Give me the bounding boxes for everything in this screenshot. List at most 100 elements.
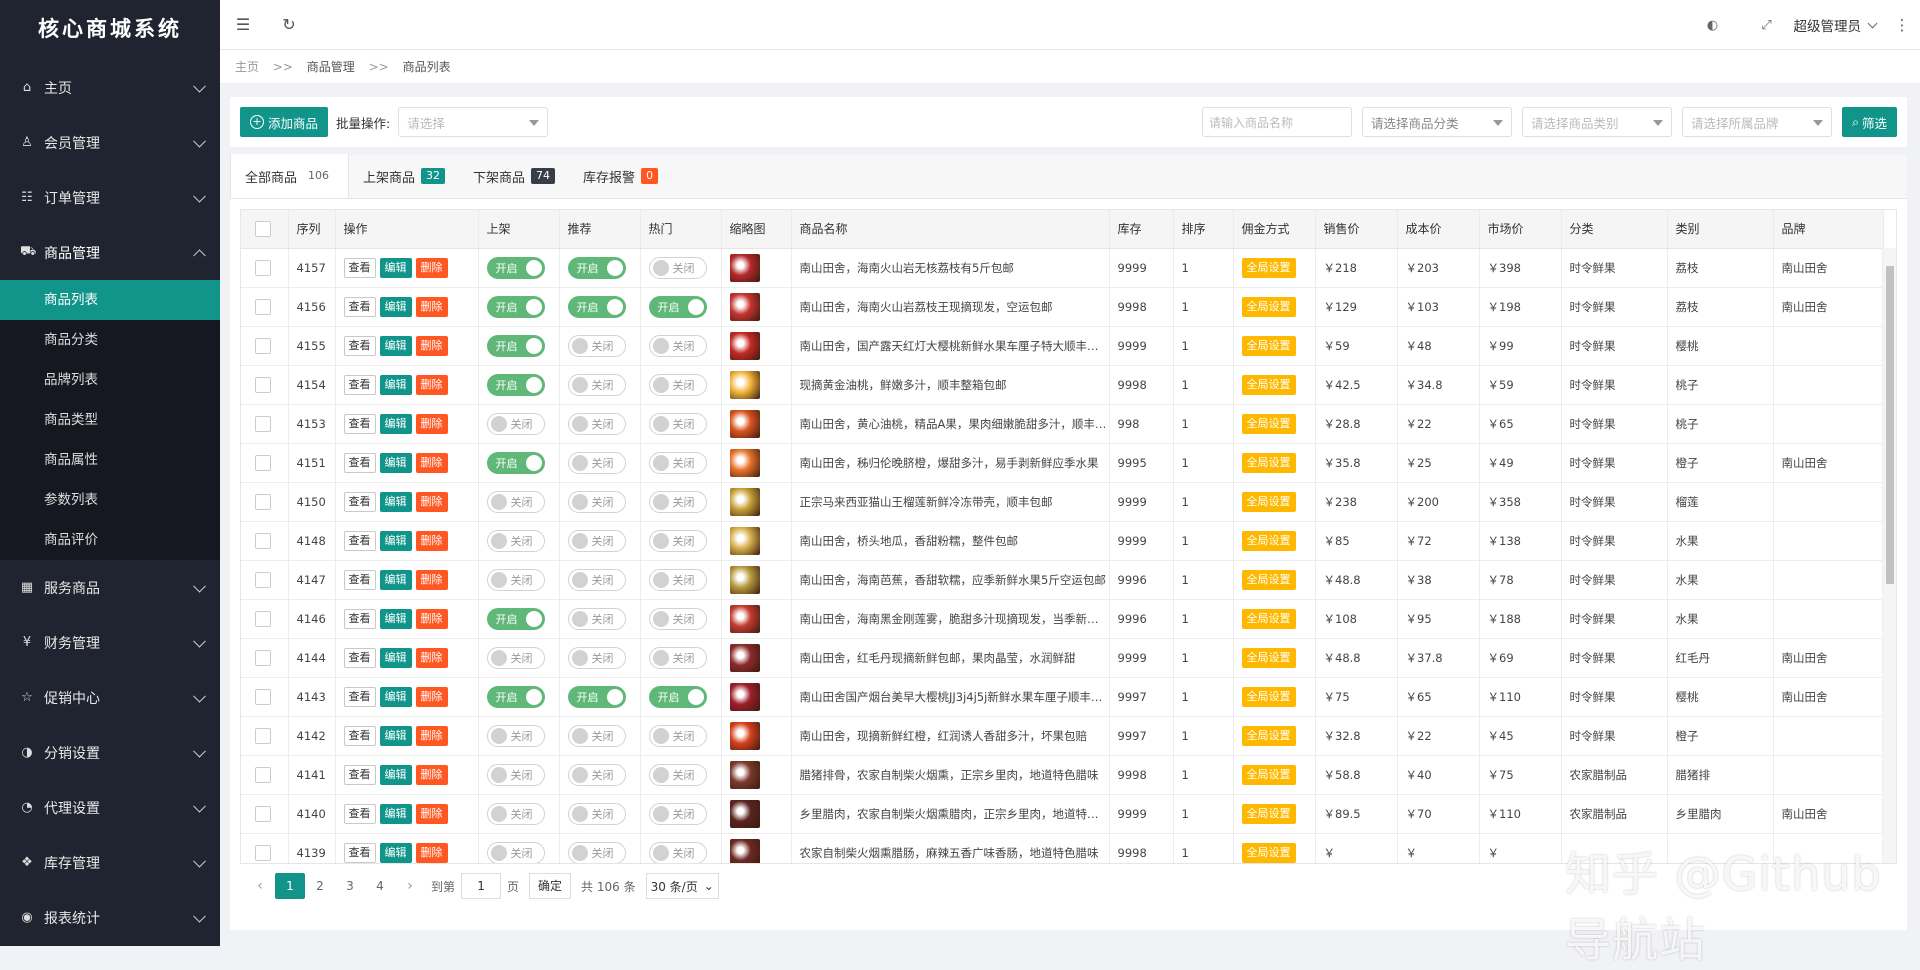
submenu-item[interactable]: 商品属性 (0, 440, 220, 480)
recommend-switch[interactable]: 关闭 (567, 646, 626, 669)
view-button[interactable]: 查看 (343, 725, 376, 746)
view-button[interactable]: 查看 (343, 413, 376, 434)
edit-button[interactable]: 编辑 (379, 335, 412, 356)
recommend-switch[interactable]: 关闭 (567, 841, 626, 863)
page-size-select[interactable]: 30 条/页 ⌄ (645, 873, 719, 899)
page-button[interactable]: 3 (335, 873, 365, 899)
view-button[interactable]: 查看 (343, 335, 376, 356)
delete-button[interactable]: 删除 (415, 686, 448, 707)
hot-switch[interactable]: 关闭 (648, 256, 707, 279)
type-select[interactable]: 请选择商品类别 (1521, 107, 1672, 137)
row-checkbox[interactable] (255, 727, 271, 744)
delete-button[interactable]: 删除 (415, 452, 448, 473)
category-select[interactable]: 请选择商品分类 (1361, 107, 1512, 137)
hot-switch[interactable]: 关闭 (648, 841, 707, 863)
submenu-item[interactable]: 品牌列表 (0, 360, 220, 400)
on-shelf-switch[interactable]: 关闭 (486, 802, 545, 825)
recommend-switch[interactable]: 关闭 (567, 412, 626, 435)
tab-0[interactable]: 全部商品 106 (230, 154, 350, 198)
commission-badge[interactable]: 全局设置 (1241, 530, 1296, 551)
product-name-input[interactable]: 请输入商品名称 (1201, 107, 1352, 137)
user-menu[interactable]: 超级管理员 (1794, 15, 1878, 35)
view-button[interactable]: 查看 (343, 374, 376, 395)
submenu-item[interactable]: 商品分类 (0, 320, 220, 360)
on-shelf-switch[interactable]: 开启 (486, 685, 545, 708)
commission-badge[interactable]: 全局设置 (1241, 686, 1296, 707)
view-button[interactable]: 查看 (343, 257, 376, 278)
recommend-switch[interactable]: 开启 (567, 256, 626, 279)
add-product-button[interactable]: + 添加商品 (240, 107, 329, 137)
delete-button[interactable]: 删除 (415, 569, 448, 590)
page-button[interactable]: 2 (305, 873, 335, 899)
view-button[interactable]: 查看 (343, 764, 376, 785)
recommend-switch[interactable]: 关闭 (567, 763, 626, 786)
on-shelf-switch[interactable]: 开启 (486, 373, 545, 396)
view-button[interactable]: 查看 (343, 530, 376, 551)
more-icon[interactable]: ⋮ (1890, 16, 1914, 34)
commission-badge[interactable]: 全局设置 (1241, 803, 1296, 824)
hot-switch[interactable]: 开启 (648, 685, 707, 708)
sidebar-item[interactable]: ¥ 财务管理 (0, 615, 220, 670)
delete-button[interactable]: 删除 (415, 608, 448, 629)
breadcrumb-level1[interactable]: 商品管理 (307, 60, 355, 74)
edit-button[interactable]: 编辑 (379, 725, 412, 746)
row-checkbox[interactable] (255, 571, 271, 588)
recommend-switch[interactable]: 开启 (567, 295, 626, 318)
sidebar-item[interactable]: ❖ 库存管理 (0, 835, 220, 890)
submenu-item[interactable]: 商品列表 (0, 280, 220, 320)
hot-switch[interactable]: 关闭 (648, 529, 707, 552)
hot-switch[interactable]: 关闭 (648, 802, 707, 825)
edit-button[interactable]: 编辑 (379, 842, 412, 863)
commission-badge[interactable]: 全局设置 (1241, 452, 1296, 473)
sidebar-item[interactable]: ⛟ 商品管理 (0, 225, 220, 280)
page-button[interactable]: 4 (365, 873, 395, 899)
delete-button[interactable]: 删除 (415, 725, 448, 746)
delete-button[interactable]: 删除 (415, 647, 448, 668)
refresh-icon[interactable]: ↻ (266, 0, 312, 50)
submenu-item[interactable]: 商品评价 (0, 520, 220, 560)
row-checkbox[interactable] (255, 493, 271, 510)
delete-button[interactable]: 删除 (415, 842, 448, 863)
prev-page-icon[interactable]: ‹ (245, 873, 275, 899)
hot-switch[interactable]: 关闭 (648, 334, 707, 357)
menu-toggle-icon[interactable]: ☰ (220, 0, 266, 50)
on-shelf-switch[interactable]: 关闭 (486, 490, 545, 513)
on-shelf-switch[interactable]: 关闭 (486, 646, 545, 669)
recommend-switch[interactable]: 开启 (567, 685, 626, 708)
edit-button[interactable]: 编辑 (379, 374, 412, 395)
brand-select[interactable]: 请选择所属品牌 (1681, 107, 1832, 137)
theme-icon[interactable]: ◐ (1686, 18, 1740, 33)
breadcrumb-home[interactable]: 主页 (235, 60, 259, 74)
hot-switch[interactable]: 开启 (648, 295, 707, 318)
row-checkbox[interactable] (255, 649, 271, 666)
on-shelf-switch[interactable]: 关闭 (486, 763, 545, 786)
row-checkbox[interactable] (255, 766, 271, 783)
hot-switch[interactable]: 关闭 (648, 373, 707, 396)
commission-badge[interactable]: 全局设置 (1241, 335, 1296, 356)
commission-badge[interactable]: 全局设置 (1241, 257, 1296, 278)
hot-switch[interactable]: 关闭 (648, 607, 707, 630)
edit-button[interactable]: 编辑 (379, 647, 412, 668)
hot-switch[interactable]: 关闭 (648, 412, 707, 435)
edit-button[interactable]: 编辑 (379, 413, 412, 434)
submenu-item[interactable]: 参数列表 (0, 480, 220, 520)
goto-confirm-button[interactable]: 确定 (529, 873, 572, 899)
commission-badge[interactable]: 全局设置 (1241, 725, 1296, 746)
recommend-switch[interactable]: 关闭 (567, 607, 626, 630)
edit-button[interactable]: 编辑 (379, 686, 412, 707)
edit-button[interactable]: 编辑 (379, 452, 412, 473)
delete-button[interactable]: 删除 (415, 335, 448, 356)
edit-button[interactable]: 编辑 (379, 296, 412, 317)
sidebar-item[interactable]: ▦ 服务商品 (0, 560, 220, 615)
fullscreen-icon[interactable]: ⤢ (1740, 18, 1794, 33)
sidebar-item[interactable]: ◉ 报表统计 (0, 890, 220, 945)
delete-button[interactable]: 删除 (415, 257, 448, 278)
on-shelf-switch[interactable]: 开启 (486, 256, 545, 279)
view-button[interactable]: 查看 (343, 452, 376, 473)
delete-button[interactable]: 删除 (415, 530, 448, 551)
hot-switch[interactable]: 关闭 (648, 646, 707, 669)
delete-button[interactable]: 删除 (415, 491, 448, 512)
edit-button[interactable]: 编辑 (379, 803, 412, 824)
commission-badge[interactable]: 全局设置 (1241, 647, 1296, 668)
filter-button[interactable]: ⌕ 筛选 (1841, 107, 1897, 137)
